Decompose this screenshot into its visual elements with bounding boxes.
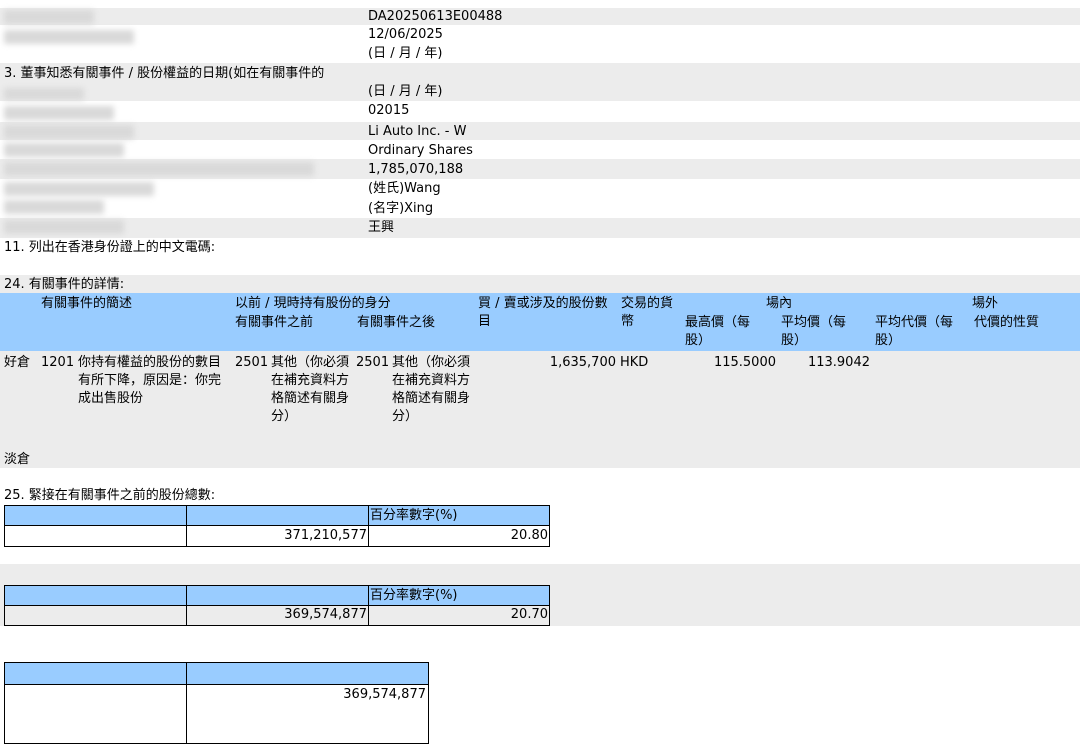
- after-capacity-text: 其他（你必須在補充資料方格簡述有關身分）: [392, 355, 471, 424]
- row-band: [0, 122, 1080, 140]
- redacted-label: [4, 125, 134, 139]
- redacted-label: [4, 162, 314, 176]
- chinese-name: 王興: [368, 220, 395, 235]
- col-avg-consideration-header: 平均代價（每股）: [875, 315, 954, 348]
- col-on-exchange-header: 場內: [766, 296, 793, 311]
- table-header: [5, 586, 549, 605]
- event-date: 12/06/2025: [368, 27, 443, 42]
- section-25-table: 百分率數字(%) 371,210,577 20.80: [4, 505, 550, 547]
- pct-header: 百分率數字(%): [370, 588, 458, 603]
- issued-shares: 1,785,070,188: [368, 162, 464, 177]
- redacted-label: [4, 30, 134, 44]
- table-header: [5, 663, 428, 684]
- table-header: [5, 506, 549, 525]
- redacted-label: [4, 88, 84, 100]
- section-27-table: 369,574,877: [4, 662, 429, 744]
- divider: [186, 586, 187, 625]
- reference-number: DA20250613E00488: [368, 9, 503, 24]
- question-3-label: 3. 董事知悉有關事件 / 股份權益的日期(如在有關事件的: [4, 66, 325, 81]
- company-name: Li Auto Inc. - W: [368, 124, 467, 139]
- event-description: 你持有權益的股份的數目有所下降，原因是：你完成出售股份: [78, 355, 222, 406]
- stock-code: 02015: [368, 103, 410, 118]
- question-11-label: 11. 列出在香港身份證上的中文電碼:: [4, 240, 216, 255]
- given-name: (名字)Xing: [368, 201, 434, 216]
- pct-before: 20.80: [510, 528, 548, 543]
- col-nature-header: 代價的性質: [974, 315, 1040, 330]
- section-24-title: 24. 有關事件的詳情:: [4, 277, 125, 292]
- short-position-label: 淡倉: [4, 452, 31, 467]
- divider: [186, 506, 187, 546]
- divider: [368, 586, 369, 625]
- divider: [5, 525, 549, 526]
- section-25-title: 25. 緊接在有關事件之前的股份總數:: [4, 488, 216, 503]
- col-description-header: 有關事件的簡述: [41, 296, 133, 311]
- average-price: 113.9042: [807, 355, 870, 370]
- shares-before: 371,210,577: [284, 528, 367, 543]
- redacted-label: [4, 200, 104, 214]
- col-currency-header: 交易的貨幣: [621, 296, 674, 329]
- redacted-label: [4, 182, 154, 196]
- section-26-table: 百分率數字(%) 369,574,877 20.70: [4, 585, 550, 626]
- before-capacity-code: 2501: [235, 355, 269, 370]
- event-code: 1201: [41, 355, 75, 370]
- date-format-hint: (日 / 月 / 年): [368, 84, 443, 99]
- divider: [5, 684, 428, 685]
- surname: (姓氏)Wang: [368, 181, 441, 196]
- redacted-label: [4, 10, 94, 24]
- col-after-header: 有關事件之後: [357, 315, 436, 330]
- share-class: Ordinary Shares: [368, 143, 473, 158]
- pct-after: 20.70: [510, 607, 548, 622]
- row-band: [0, 8, 1080, 25]
- col-shares-header: 買 / 賣或涉及的股份數目: [478, 296, 608, 329]
- date-format-hint: (日 / 月 / 年): [368, 46, 443, 61]
- col-average-header: 平均價（每股）: [781, 315, 847, 348]
- row-band: [0, 275, 1080, 293]
- before-capacity-text: 其他（你必須在補充資料方格簡述有關身分）: [271, 355, 350, 424]
- redacted-label: [4, 220, 124, 234]
- redacted-label: [4, 106, 114, 120]
- col-capacity-header: 以前 / 現時持有股份的身分: [235, 296, 391, 311]
- col-before-header: 有關事件之前: [235, 315, 314, 330]
- currency: HKD: [620, 355, 649, 370]
- highest-price: 115.5000: [713, 355, 776, 370]
- shares-after: 369,574,877: [284, 607, 367, 622]
- redacted-label: [4, 143, 124, 157]
- col-highest-header: 最高價（每股）: [685, 315, 751, 348]
- divider: [368, 506, 369, 546]
- col-off-exchange-header: 場外: [972, 296, 999, 311]
- pct-header: 百分率數字(%): [370, 508, 458, 523]
- row-band: [0, 218, 1080, 238]
- total-shares: 369,574,877: [343, 687, 426, 702]
- long-position-label: 好倉: [4, 355, 31, 370]
- divider: [186, 663, 187, 743]
- shares-traded: 1,635,700: [549, 355, 616, 370]
- after-capacity-code: 2501: [356, 355, 390, 370]
